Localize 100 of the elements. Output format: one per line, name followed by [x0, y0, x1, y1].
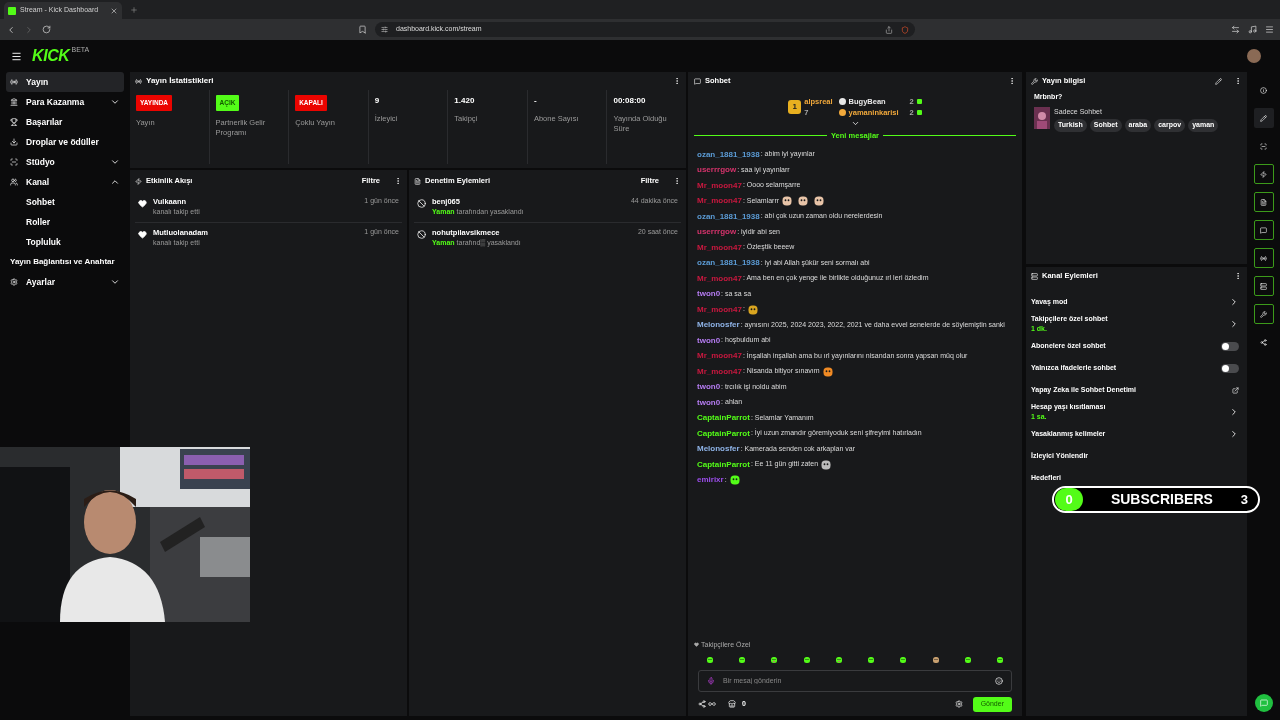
rail-button[interactable] — [1253, 276, 1274, 296]
emote-icon — [797, 195, 810, 207]
rail-button[interactable] — [1253, 108, 1274, 128]
pencil-icon — [1260, 114, 1267, 122]
rail-button[interactable] — [1253, 248, 1274, 268]
rail-button[interactable] — [1253, 164, 1274, 184]
broadcast-icon — [1260, 254, 1267, 262]
rail-button[interactable] — [1253, 304, 1274, 324]
external-link-icon — [1232, 386, 1239, 394]
scan-icon — [1260, 142, 1267, 150]
stat-value: - — [533, 95, 538, 107]
sidebar-item[interactable]: Stüdyo — [6, 152, 124, 172]
scan-icon — [10, 158, 18, 166]
broadcast-icon — [10, 78, 18, 86]
sidebar-subitem[interactable]: Sohbet — [6, 192, 124, 212]
chat-username[interactable]: Melonosfer — [697, 443, 740, 455]
wrench-icon — [1031, 77, 1038, 85]
chat-username[interactable]: ozan_1881_1938 — [697, 210, 760, 223]
share-icon[interactable] — [698, 700, 706, 708]
trophy-icon — [10, 118, 18, 126]
users-icon — [10, 178, 18, 186]
heart-icon — [138, 229, 147, 239]
sidebar-item[interactable]: Yayın — [6, 72, 124, 92]
chat-username[interactable]: ozan_1881_1938 — [697, 257, 760, 269]
broadcast-icon — [135, 77, 142, 85]
sidebar-item[interactable]: Başarılar — [6, 112, 124, 132]
close-icon[interactable] — [110, 6, 118, 15]
settings-icon[interactable] — [954, 700, 963, 708]
server-icon — [1031, 272, 1038, 280]
emote-icon — [813, 195, 826, 207]
chat-username[interactable]: twon0 — [697, 334, 721, 347]
overlay-count: 3 — [1240, 490, 1248, 509]
extensions-icon[interactable] — [1231, 25, 1240, 34]
sidebar-subitem[interactable]: Topluluk — [6, 232, 124, 252]
chat-username[interactable]: CaptainParrot — [697, 427, 750, 440]
emote-icon — [746, 303, 759, 316]
site-settings-icon[interactable] — [381, 26, 388, 33]
ban-icon — [417, 229, 426, 239]
menu-icon[interactable] — [11, 50, 22, 62]
sidebar-item[interactable]: Kanal — [6, 172, 124, 192]
more-icon[interactable] — [1234, 272, 1242, 280]
chat-username[interactable]: twon0 — [697, 381, 721, 393]
chat-username[interactable]: userrrgow — [697, 164, 737, 176]
avatar[interactable] — [1247, 49, 1261, 63]
chat-username[interactable]: CaptainParrot — [697, 458, 750, 471]
store-icon[interactable] — [728, 700, 736, 708]
sidebar-subitem[interactable]: Yayın Bağlantısı ve Anahtar — [6, 252, 124, 272]
sidebar-item[interactable]: Para Kazanma — [6, 92, 124, 112]
sidebar-item[interactable]: Ayarlar — [6, 272, 124, 292]
sidebar-item[interactable]: Droplar ve ödüller — [6, 132, 124, 152]
panel-title: Yayın İstatistikleri — [146, 75, 215, 87]
overlay-count: 0 — [1055, 488, 1083, 511]
chat-username[interactable]: emirixr — [697, 474, 724, 486]
emote-icon — [834, 654, 843, 666]
pencil-icon[interactable] — [1215, 77, 1222, 85]
rank-badge: 1 — [788, 100, 802, 115]
chat-username[interactable]: twon0 — [697, 288, 721, 300]
emote-icon — [867, 654, 876, 666]
lightning-icon — [135, 177, 142, 185]
toggle-switch[interactable] — [1221, 363, 1239, 373]
reload-icon[interactable] — [42, 25, 51, 34]
emote-icon — [963, 654, 972, 666]
stat-value: 1.420 — [454, 95, 476, 107]
more-icon[interactable] — [673, 77, 681, 85]
chat-icon — [694, 77, 701, 85]
emote-button[interactable] — [704, 654, 716, 666]
sidebar-subitem[interactable]: Roller — [6, 212, 124, 232]
emote-icon — [931, 654, 940, 666]
chat-username[interactable]: twon0 — [697, 396, 721, 409]
more-icon[interactable] — [394, 177, 402, 185]
music-icon[interactable] — [1248, 25, 1257, 34]
chevron-right-icon — [1229, 429, 1239, 439]
chat-username[interactable]: Melonosfer — [697, 319, 740, 331]
bookmark-icon[interactable] — [358, 25, 367, 34]
category-thumbnail — [1034, 106, 1050, 129]
chevron-right-icon — [1229, 297, 1239, 307]
chat-username[interactable]: CaptainParrot — [697, 412, 750, 424]
overlay-label: SUBSCRIBERS — [1109, 490, 1214, 509]
chat-username[interactable]: userrrgow — [697, 226, 737, 238]
logo[interactable]: KICK — [32, 44, 70, 68]
lightning-icon — [1260, 170, 1267, 178]
toggle-switch[interactable] — [1221, 341, 1239, 351]
rail-button[interactable] — [1253, 192, 1274, 212]
help-button[interactable] — [1254, 694, 1273, 712]
back-icon[interactable] — [6, 24, 16, 35]
infinity-icon — [708, 700, 716, 708]
more-icon[interactable] — [1234, 77, 1242, 85]
emote-icon — [706, 654, 714, 666]
emote-icon — [770, 654, 779, 666]
emoji-icon[interactable] — [995, 677, 1003, 685]
chat-username[interactable]: ozan_1881_1938 — [697, 148, 760, 161]
rail-button[interactable] — [1253, 220, 1274, 240]
chat-icon — [1260, 226, 1267, 234]
emote-icon — [728, 474, 741, 486]
more-icon[interactable] — [1008, 77, 1016, 85]
more-icon[interactable] — [673, 177, 681, 185]
wrench-icon — [1260, 310, 1267, 318]
emote-icon — [820, 458, 833, 471]
info-icon — [1260, 86, 1267, 94]
emote-icon — [802, 654, 811, 666]
